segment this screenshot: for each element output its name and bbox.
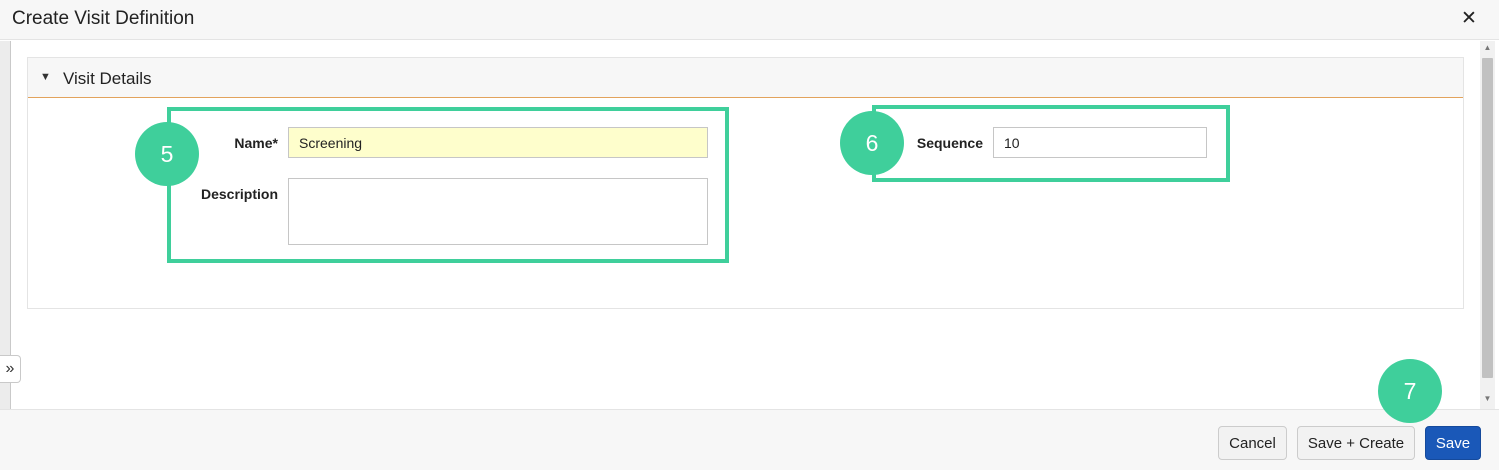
scroll-down-arrow-icon[interactable]: ▼ [1480, 394, 1495, 404]
dialog-title: Create Visit Definition [12, 8, 195, 29]
close-icon[interactable]: ✕ [1458, 7, 1480, 31]
save-create-button[interactable]: Save + Create [1297, 426, 1415, 460]
left-rail [0, 41, 11, 409]
dialog-footer: Cancel Save + Create Save [0, 409, 1499, 470]
scroll-up-arrow-icon[interactable]: ▲ [1480, 43, 1495, 53]
vertical-scrollbar[interactable]: ▲ ▼ [1480, 41, 1495, 409]
caret-down-icon: ▼ [40, 71, 51, 83]
visit-details-section-header[interactable]: ▼ Visit Details [28, 58, 1463, 98]
visit-details-panel: ▼ Visit Details [27, 57, 1464, 309]
section-title: Visit Details [63, 69, 152, 88]
save-button[interactable]: Save [1425, 426, 1481, 460]
background-edge [1491, 14, 1499, 30]
description-input[interactable] [288, 178, 708, 245]
annotation-badge-7: 7 [1378, 359, 1442, 423]
sequence-input[interactable] [993, 127, 1207, 158]
sequence-label: Sequence [916, 135, 983, 151]
expand-sidebar-icon[interactable]: » [0, 355, 21, 383]
annotation-badge-6: 6 [840, 111, 904, 175]
annotation-badge-5: 5 [135, 122, 199, 186]
scroll-thumb[interactable] [1482, 58, 1493, 378]
name-input[interactable] [288, 127, 708, 158]
dialog-header: Create Visit Definition ✕ [0, 0, 1499, 40]
cancel-button[interactable]: Cancel [1218, 426, 1287, 460]
description-label: Description [200, 186, 278, 202]
name-label: Name* [234, 135, 278, 151]
